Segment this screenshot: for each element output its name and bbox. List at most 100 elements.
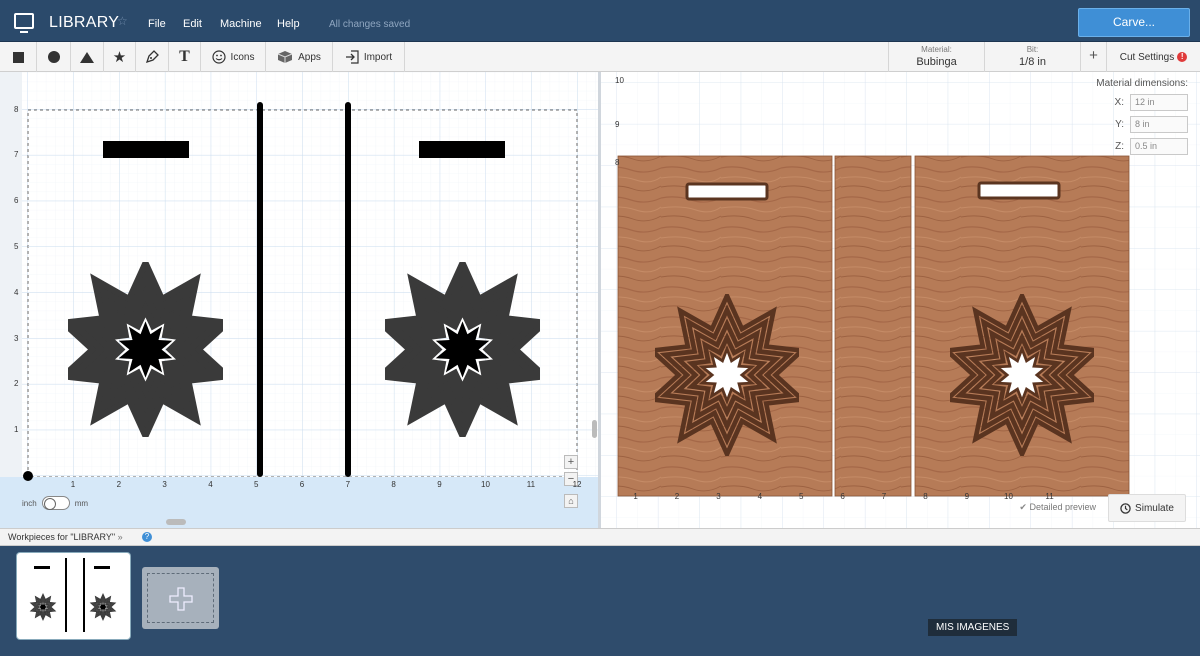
y-tick-label: 2 <box>14 379 19 389</box>
plus-icon <box>169 587 193 611</box>
vertical-scrollbar[interactable] <box>592 420 597 438</box>
smiley-icon <box>211 50 226 64</box>
chevron-down-icon[interactable]: » <box>118 532 123 542</box>
apps-box-icon <box>277 51 293 63</box>
help-icon[interactable]: ? <box>142 532 152 542</box>
import-button[interactable]: Import <box>333 42 405 72</box>
star-shape-button[interactable]: ★ <box>104 42 136 72</box>
bit-selector[interactable]: Bit: 1/8 in <box>984 42 1080 72</box>
y-tick-label: 3 <box>14 333 19 343</box>
tooltip: MIS IMAGENES <box>928 619 1018 636</box>
y-tick-label: 4 <box>14 287 19 297</box>
menu-machine[interactable]: Machine <box>220 18 262 30</box>
dim-z-input[interactable]: 0.5 in <box>1130 138 1188 155</box>
detailed-preview-toggle[interactable]: ✔ Detailed preview <box>1019 502 1096 513</box>
x-tick-label: 9 <box>437 480 442 489</box>
horizontal-scrollbar[interactable] <box>166 519 186 525</box>
x-tick-label: 11 <box>526 480 536 489</box>
star-design-right[interactable] <box>385 262 540 437</box>
import-label: Import <box>363 51 393 63</box>
square-icon <box>12 51 24 63</box>
3d-preview-canvas[interactable]: Material dimensions: X: 12 in Y: 8 in Z: 0.… <box>601 72 1200 528</box>
simulate-label: Simulate <box>1135 502 1174 514</box>
pen-tool-button[interactable] <box>136 42 169 72</box>
material-label: Material: <box>921 45 952 54</box>
import-icon <box>345 50 359 64</box>
x-tick-label: 5 <box>254 480 259 489</box>
apps-button[interactable]: Apps <box>266 42 333 72</box>
save-status: All changes saved <box>329 19 411 30</box>
x-tick-label: 8 <box>391 480 396 489</box>
warning-icon: ! <box>1177 52 1188 62</box>
home-icon[interactable]: ⌂ <box>564 494 578 508</box>
handle-slot-right[interactable] <box>419 141 505 158</box>
material-selector[interactable]: Material: Bubinga <box>888 42 984 72</box>
y-tick-label: 7 <box>14 150 19 160</box>
favorite-star-icon[interactable]: ☆ <box>117 14 128 28</box>
x-tick-label: 1 <box>70 480 76 489</box>
x-tick-label: 6 <box>299 480 305 489</box>
square-shape-button[interactable] <box>0 42 37 72</box>
x-tick-label: 12 <box>572 480 582 489</box>
preview-handle-left <box>685 182 769 201</box>
pen-icon <box>145 50 159 64</box>
preview-y-tick: 10 <box>615 76 624 85</box>
apps-label: Apps <box>298 51 321 63</box>
circle-shape-button[interactable] <box>37 42 71 72</box>
material-value: Bubinga <box>916 56 957 68</box>
cut-settings-label: Cut Settings <box>1119 51 1175 63</box>
preview-x-tick: 9 <box>964 492 970 501</box>
preview-y-tick: 8 <box>615 158 620 167</box>
menu-help[interactable]: Help <box>277 18 300 30</box>
preview-handle-right <box>977 181 1061 200</box>
text-icon: T <box>179 48 190 65</box>
bit-label: Bit: <box>1026 45 1039 54</box>
unit-mm-label: mm <box>74 498 89 508</box>
dim-x-label: X: <box>1114 97 1124 108</box>
y-tick-label: 5 <box>14 242 19 251</box>
workpiece-thumbnail[interactable] <box>17 553 130 639</box>
workpieces-bar: Workpieces for "LIBRARY" » ? <box>0 528 1200 546</box>
add-workpiece-button[interactable] <box>142 567 219 629</box>
x-tick-label: 4 <box>208 480 213 489</box>
unit-inch-label: inch <box>22 498 37 508</box>
zoom-in-button[interactable]: + <box>564 455 578 469</box>
x-tick-label: 10 <box>481 480 490 489</box>
cut-settings-button[interactable]: Cut Settings ! <box>1106 42 1200 72</box>
triangle-shape-button[interactable] <box>71 42 104 72</box>
origin-marker <box>23 471 33 481</box>
star-icon: ★ <box>112 49 127 66</box>
dim-y-label: Y: <box>1115 119 1124 130</box>
star-design-left[interactable] <box>68 262 223 437</box>
menu-edit[interactable]: Edit <box>183 18 202 30</box>
preview-x-tick: 11 <box>1045 492 1054 501</box>
dim-x-input[interactable]: 12 in <box>1130 94 1188 111</box>
carve-button[interactable]: Carve... <box>1078 8 1190 37</box>
x-tick-label: 3 <box>162 480 167 489</box>
triangle-icon <box>80 51 94 63</box>
icons-button[interactable]: Icons <box>201 42 266 72</box>
preview-star-left <box>655 294 799 456</box>
dim-z-label: Z: <box>1115 141 1124 152</box>
preview-x-tick: 8 <box>923 492 928 501</box>
project-title[interactable]: LIBRARY <box>49 14 119 32</box>
preview-x-tick: 5 <box>799 492 804 501</box>
add-workpiece-frame <box>147 573 214 623</box>
text-tool-button[interactable]: T <box>169 42 201 72</box>
easel-app-icon[interactable] <box>14 13 34 33</box>
menu-file[interactable]: File <box>148 18 166 30</box>
preview-x-tick: 7 <box>881 492 887 501</box>
x-tick-label: 7 <box>345 480 351 489</box>
design-canvas[interactable]: + − ⌂ inch mm 1 2 3 4 5 6 7 8 9 10 11 12 1 2 3 4 5 6 7 8 <box>0 72 598 528</box>
unit-toggle[interactable] <box>41 496 70 510</box>
preview-star-right <box>950 294 1094 456</box>
preview-x-tick: 4 <box>757 492 763 501</box>
y-tick-label: 1 <box>14 425 19 435</box>
simulate-button[interactable]: Simulate <box>1108 494 1186 522</box>
x-tick-label: 2 <box>116 480 122 489</box>
y-tick-label: 6 <box>14 196 19 206</box>
add-bit-button[interactable]: + <box>1080 42 1106 72</box>
handle-slot-left[interactable] <box>103 141 189 158</box>
workpieces-label[interactable]: Workpieces for "LIBRARY" » <box>8 532 123 542</box>
dim-y-input[interactable]: 8 in <box>1130 116 1188 133</box>
